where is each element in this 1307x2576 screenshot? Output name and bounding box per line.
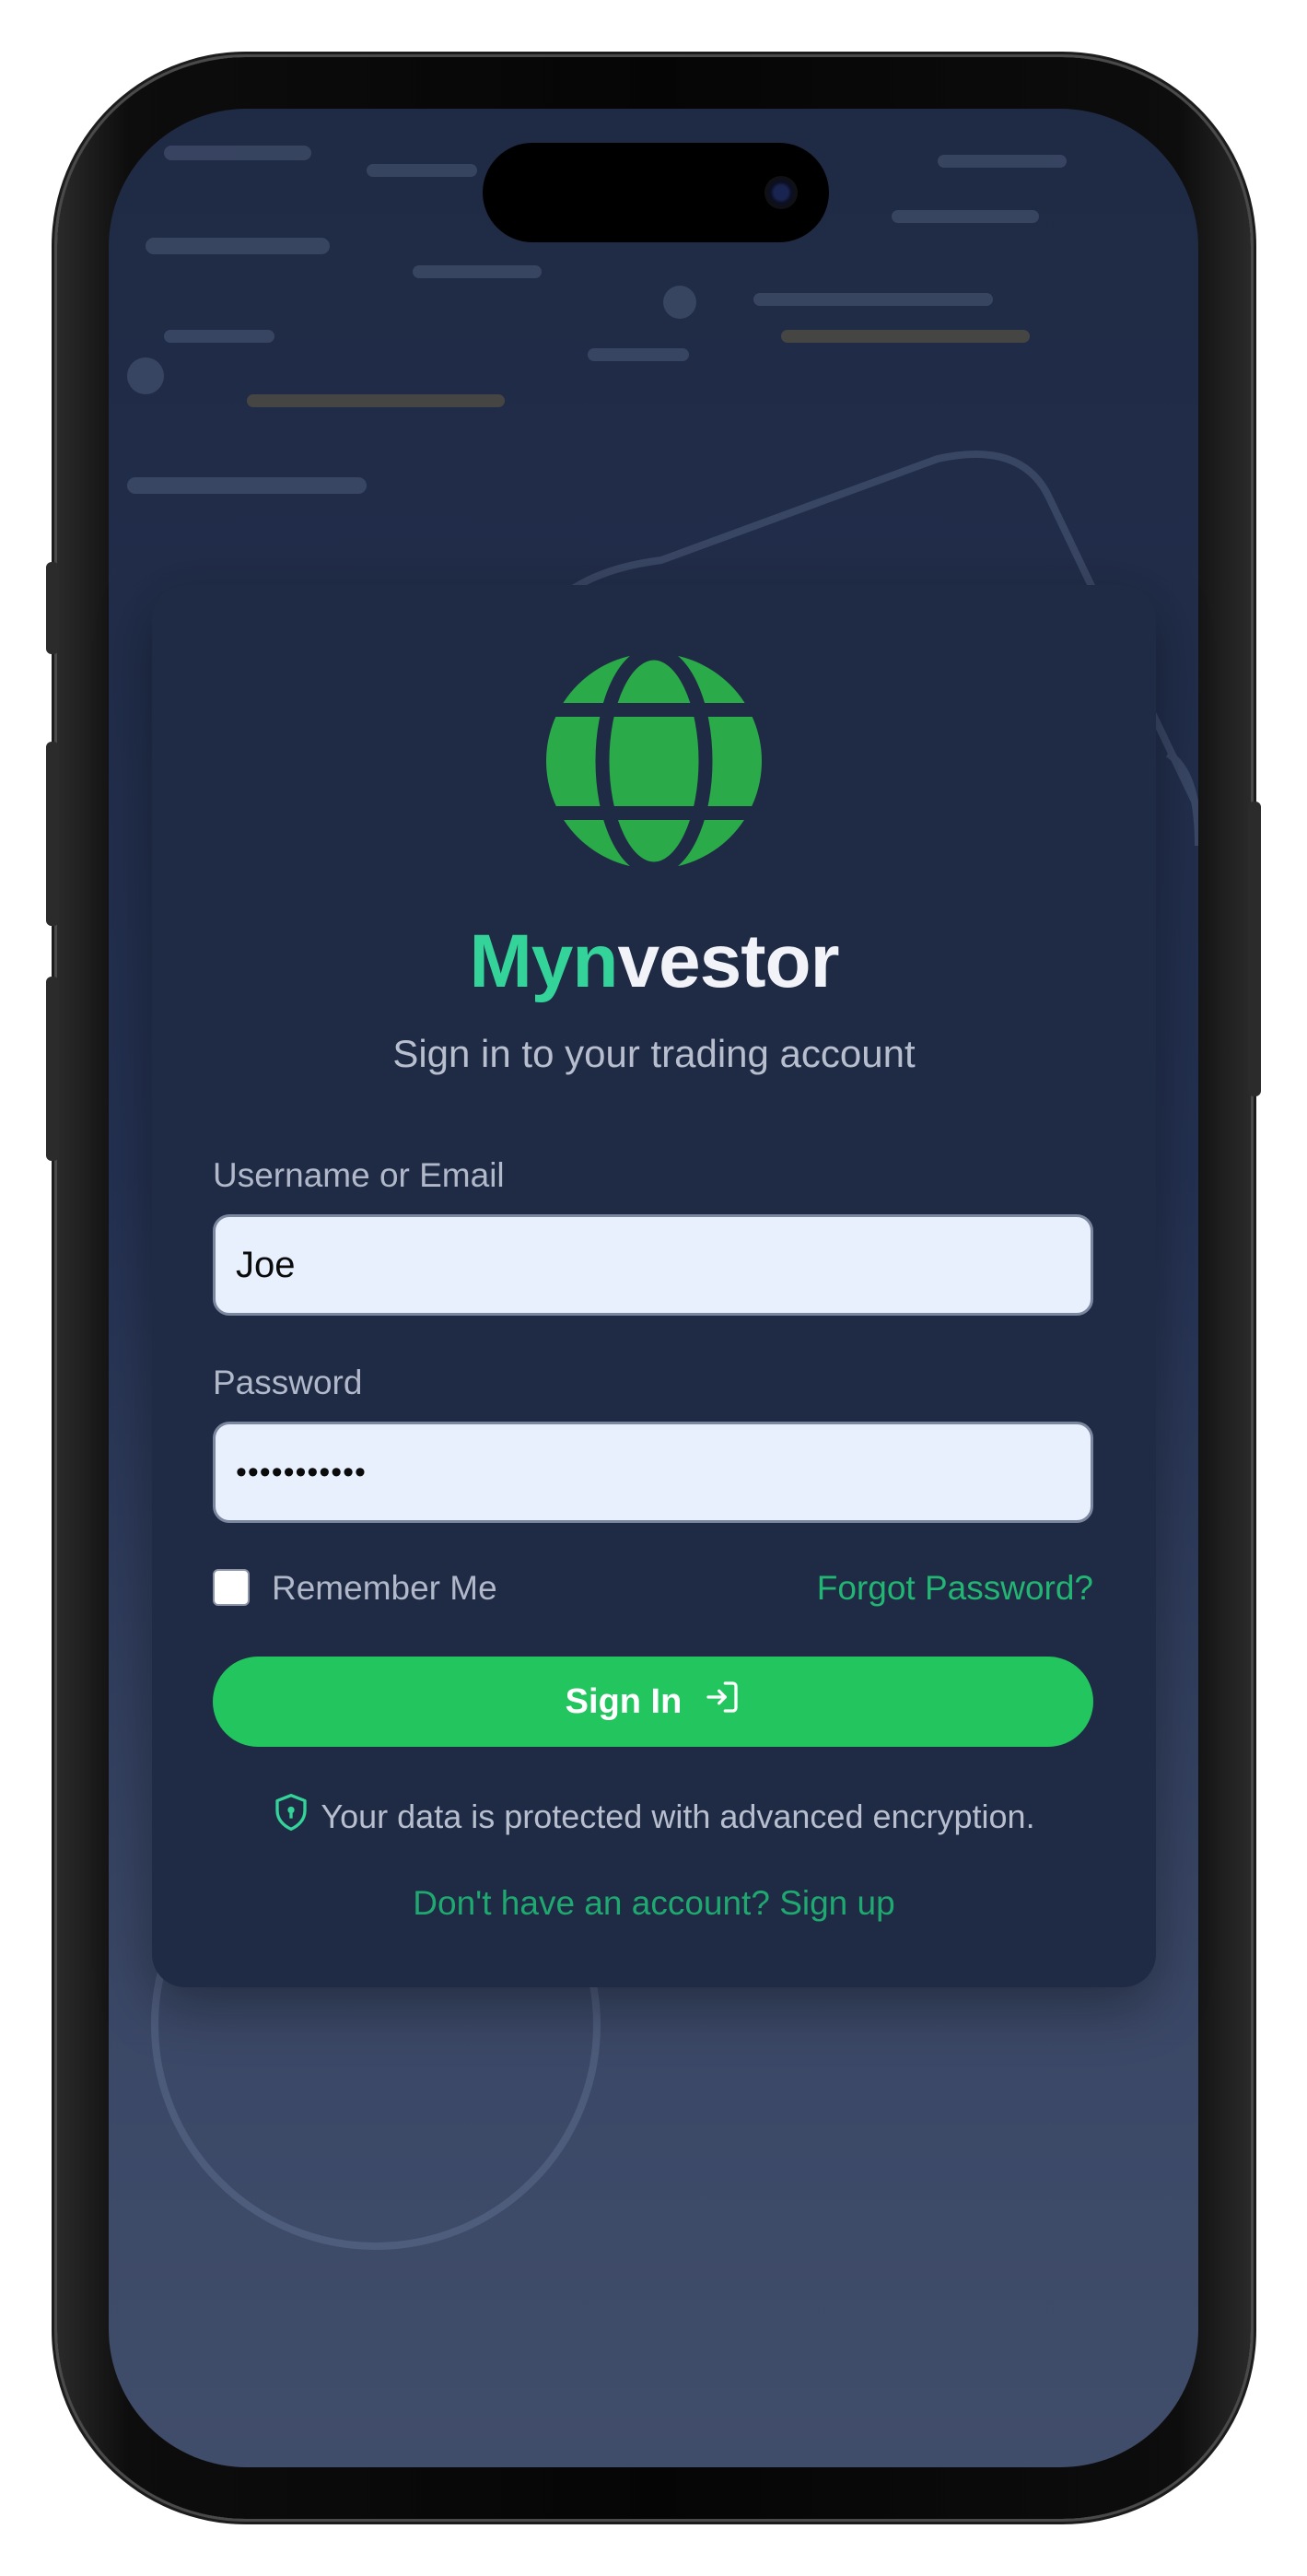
globe-icon — [543, 646, 765, 876]
sign-in-label: Sign In — [565, 1681, 683, 1721]
app-title-part-2: vestor — [617, 919, 839, 1003]
sign-in-icon — [704, 1679, 741, 1725]
username-label: Username or Email — [213, 1156, 505, 1194]
login-card: Mynvestor Sign in to your trading accoun… — [152, 585, 1156, 1987]
dynamic-island — [483, 143, 829, 242]
volume-up-button — [46, 742, 59, 926]
app-title: Mynvestor — [152, 919, 1156, 1005]
sign-in-button[interactable]: Sign In — [213, 1657, 1093, 1747]
action-button — [46, 562, 59, 654]
security-note: Your data is protected with advanced enc… — [152, 1792, 1156, 1841]
shield-lock-icon — [273, 1792, 309, 1841]
front-camera — [764, 176, 798, 209]
forgot-password-link[interactable]: Forgot Password? — [817, 1569, 1093, 1608]
volume-down-button — [46, 977, 59, 1161]
app-title-part-1: Myn — [469, 919, 618, 1003]
remember-me-checkbox[interactable] — [213, 1569, 250, 1606]
username-input[interactable] — [213, 1214, 1093, 1316]
page-subtitle: Sign in to your trading account — [392, 1032, 916, 1075]
password-input[interactable] — [213, 1422, 1093, 1523]
power-button — [1248, 802, 1261, 1096]
remember-me-label[interactable]: Remember Me — [272, 1569, 497, 1608]
password-label: Password — [213, 1364, 363, 1401]
sign-up-link[interactable]: Don't have an account? Sign up — [152, 1884, 1156, 1923]
security-text: Your data is protected with advanced enc… — [321, 1797, 1035, 1835]
